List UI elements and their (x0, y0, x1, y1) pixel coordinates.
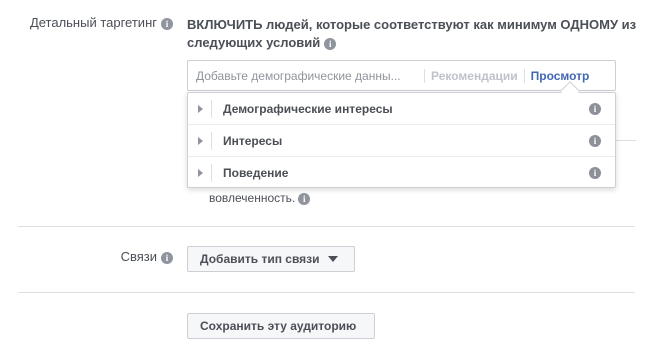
recommendations-link[interactable]: Рекомендации (431, 69, 518, 83)
dropdown-item-demographics[interactable]: Демографические интересы i (188, 93, 615, 125)
info-icon[interactable]: i (298, 192, 311, 205)
detailed-targeting-label: Детальный таргетинг i (30, 15, 173, 30)
info-icon[interactable]: i (589, 103, 601, 115)
partial-text-value: вовлеченность. (209, 191, 296, 205)
info-icon[interactable]: i (161, 251, 173, 264)
chevron-right-icon (198, 104, 203, 113)
info-icon[interactable]: i (589, 135, 601, 147)
add-connection-type-button[interactable]: Добавить тип связи (187, 246, 355, 272)
separator (211, 131, 212, 150)
connections-label-text: Связи (120, 249, 157, 264)
dropdown-item-label: Поведение (223, 166, 289, 180)
save-audience-button[interactable]: Сохранить эту аудиторию (187, 313, 375, 339)
browse-link[interactable]: Просмотр (531, 69, 590, 83)
dropdown-item-behaviors[interactable]: Поведение i (188, 157, 615, 189)
chevron-right-icon (198, 136, 203, 145)
connections-label: Связи i (121, 249, 173, 264)
info-icon[interactable]: i (589, 167, 601, 179)
chevron-right-icon (198, 169, 203, 177)
divider (616, 140, 636, 141)
dropdown-item-interests[interactable]: Интересы i (188, 125, 615, 157)
targeting-search-input[interactable] (196, 68, 418, 83)
partial-text: вовлеченность. i (209, 191, 311, 205)
separator (523, 68, 525, 83)
caret-down-icon (327, 256, 338, 262)
browse-dropdown: Демографические интересы i Интересы i По… (187, 92, 616, 188)
info-icon[interactable]: i (161, 17, 173, 30)
section-divider (18, 292, 635, 293)
dropdown-item-label: Интересы (223, 133, 283, 148)
targeting-search-box: Рекомендации Просмотр (187, 60, 616, 91)
info-icon[interactable]: i (324, 37, 337, 50)
add-connection-type-label: Добавить тип связи (200, 252, 320, 266)
separator (211, 164, 212, 182)
section-divider (18, 226, 635, 227)
detailed-targeting-label-text: Детальный таргетинг (29, 15, 157, 30)
save-audience-label: Сохранить эту аудиторию (200, 319, 357, 333)
dropdown-item-label: Демографические интересы (223, 101, 393, 116)
include-heading: ВКЛЮЧИТЬ людей, которые соответствуют ка… (187, 16, 637, 52)
separator (211, 99, 212, 118)
include-heading-text: ВКЛЮЧИТЬ людей, которые соответствуют ка… (187, 17, 637, 50)
separator (424, 68, 425, 83)
